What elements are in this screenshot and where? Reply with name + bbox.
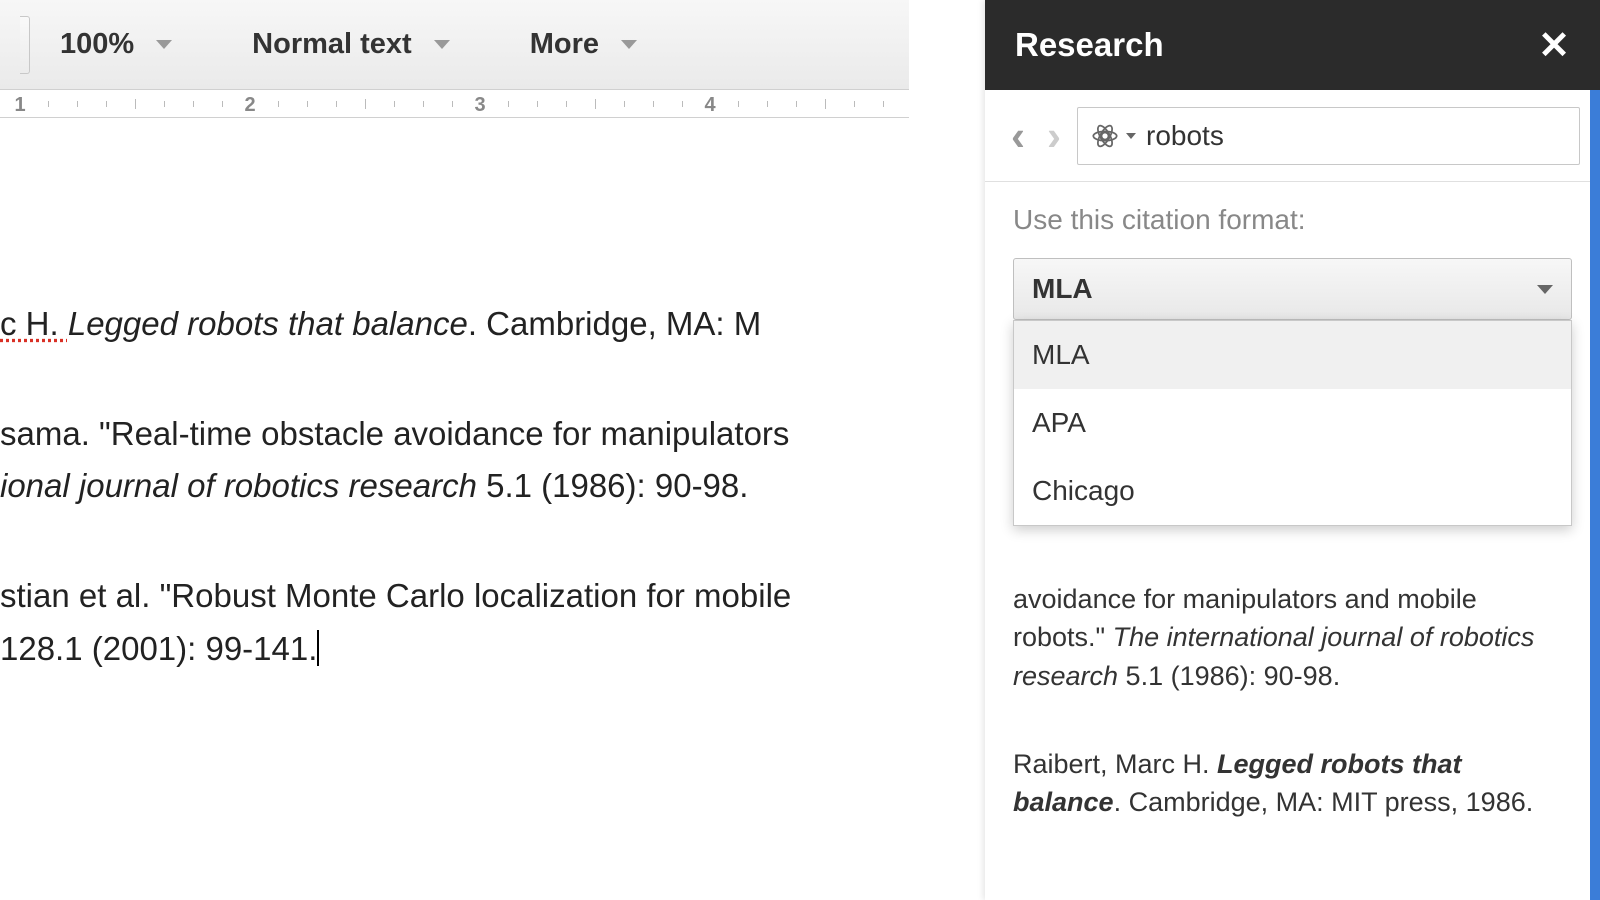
text-rest: . Cambridge, MA: M [468,305,761,342]
text-cursor [317,630,319,666]
doc-paragraph: stian et al. "Robust Monte Carlo localiz… [0,570,909,674]
result-suffix: 5.1 (1986): 90-98. [1118,661,1340,691]
text-author: c H. [0,305,68,342]
research-search-row: ‹ › [985,90,1600,182]
toolbar-edge-button[interactable] [20,16,30,74]
research-panel: Research ✕ ‹ › Use this citation forma [985,0,1600,900]
research-result[interactable]: Raibert, Marc H. Legged robots that bala… [1013,745,1572,822]
scrollbar[interactable] [1590,90,1600,900]
dropdown-option-mla[interactable]: MLA [1014,321,1571,389]
caret-down-icon [1537,285,1553,294]
text-line: stian et al. "Robust Monte Carlo localiz… [0,577,791,614]
dropdown-selected[interactable]: MLA [1013,258,1572,320]
dropdown-list: MLA APA Chicago [1013,320,1572,526]
nav-back-icon[interactable]: ‹ [1005,112,1031,160]
result-suffix: . Cambridge, MA: MIT press, 1986. [1114,787,1534,817]
result-author: Raibert, Marc H. [1013,749,1217,779]
text-journal: ional journal of robotics research [0,467,477,504]
nav-forward-icon[interactable]: › [1041,112,1067,160]
ruler-num: 3 [474,94,485,117]
zoom-value: 100% [60,28,134,61]
dropdown-option-apa[interactable]: APA [1014,389,1571,457]
caret-down-icon [156,40,172,49]
search-scope-dropdown[interactable] [1090,121,1136,151]
citation-section: Use this citation format: MLA MLA APA Ch… [985,182,1600,320]
ruler-num: 1 [14,94,25,117]
toolbar: 100% Normal text More [0,0,909,90]
doc-paragraph: c H. Legged robots that balance. Cambrid… [0,298,909,350]
document-body[interactable]: c H. Legged robots that balance. Cambrid… [0,118,909,900]
caret-down-icon [1126,133,1136,139]
citation-format-dropdown[interactable]: MLA MLA APA Chicago [1013,258,1572,320]
ruler-num: 2 [244,94,255,117]
text-line: 128.1 (2001): 99-141. [0,630,317,667]
scholar-icon [1090,121,1120,151]
research-search-box[interactable] [1077,107,1580,165]
research-search-input[interactable] [1146,120,1567,152]
text-rest: 5.1 (1986): 90-98. [477,467,749,504]
close-icon[interactable]: ✕ [1538,23,1570,68]
ruler-marks: 1 2 3 4 [0,90,909,117]
ruler[interactable]: 1 2 3 4 [0,90,909,118]
caret-down-icon [434,40,450,49]
dropdown-option-chicago[interactable]: Chicago [1014,457,1571,525]
research-header: Research ✕ [985,0,1600,90]
zoom-dropdown[interactable]: 100% [60,28,172,61]
caret-down-icon [621,40,637,49]
more-label: More [530,28,599,61]
doc-paragraph: sama. "Real-time obstacle avoidance for … [0,408,909,512]
selected-format: MLA [1032,273,1093,305]
text-title: Legged robots that balance [68,305,468,342]
research-title: Research [1015,26,1164,64]
citation-format-label: Use this citation format: [1013,204,1572,236]
text-line: sama. "Real-time obstacle avoidance for … [0,415,789,452]
ruler-num: 4 [704,94,715,117]
more-dropdown[interactable]: More [530,28,637,61]
paragraph-style-dropdown[interactable]: Normal text [252,28,450,61]
research-result[interactable]: avoidance for manipulators and mobile ro… [1013,580,1572,695]
style-value: Normal text [252,28,412,61]
